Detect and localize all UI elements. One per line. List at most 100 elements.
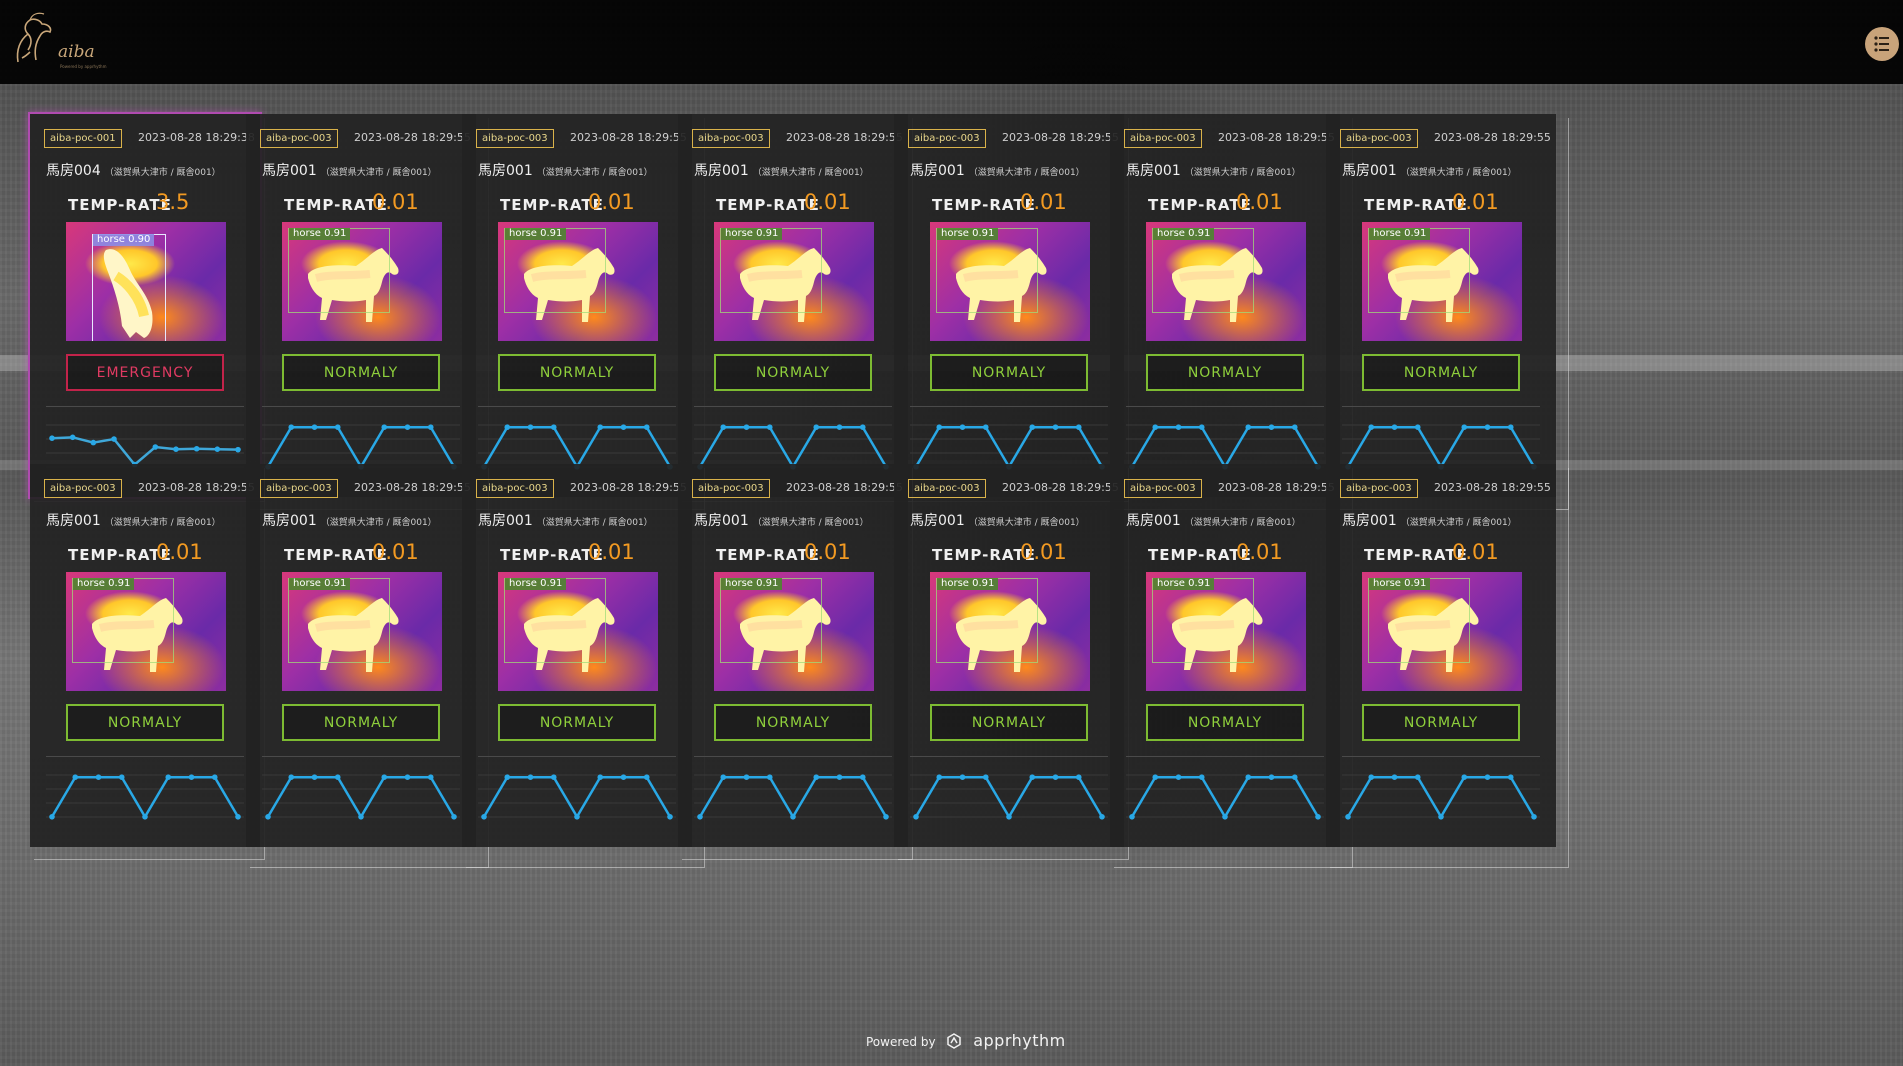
temp-rate-value: 0.01 [1452, 190, 1499, 214]
detection-label: horse 0.90 [93, 234, 155, 246]
stall-name: 馬房001 （滋賀県大津市 / 厩舎001） [262, 510, 437, 530]
stall-label: 馬房001 [478, 513, 533, 529]
status-button[interactable]: NORMALY [714, 354, 872, 391]
thermal-image[interactable]: horse 0.91 [1362, 572, 1522, 691]
thermal-image[interactable]: horse 0.91 [714, 222, 874, 341]
divider [46, 756, 244, 757]
stall-card[interactable]: aiba-poc-003 2023-08-28 18:29:55 馬房001 （滋賀県… [1110, 464, 1340, 847]
timestamp: 2023-08-28 18:29:55 [570, 481, 687, 494]
temp-rate-value: 0.01 [588, 540, 635, 564]
stall-card[interactable]: aiba-poc-003 2023-08-28 18:29:55 馬房001 （滋賀県… [894, 464, 1124, 847]
device-id-tag: aiba-poc-003 [908, 129, 986, 148]
stall-card[interactable]: aiba-poc-003 2023-08-28 18:29:55 馬房001 （滋賀県… [462, 464, 692, 847]
sparkline-point [597, 424, 604, 430]
sparkline-point [720, 424, 727, 430]
device-id-tag: aiba-poc-003 [1124, 129, 1202, 148]
device-id-tag: aiba-poc-003 [908, 479, 986, 498]
stall-card[interactable]: aiba-poc-003 2023-08-28 18:29:55 馬房001 （滋賀県… [462, 114, 692, 497]
stall-card[interactable]: aiba-poc-003 2023-08-28 18:29:55 馬房001 （滋賀県… [30, 464, 260, 847]
thermal-image[interactable]: horse 0.91 [282, 572, 442, 691]
status-button[interactable]: NORMALY [1362, 354, 1520, 391]
stall-name: 馬房001 （滋賀県大津市 / 厩舎001） [1126, 510, 1301, 530]
sparkline-point [427, 774, 434, 780]
temp-trend-sparkline [46, 774, 244, 820]
thermal-image[interactable]: horse 0.91 [1146, 222, 1306, 341]
stall-location: （滋賀県大津市 / 厩舎001） [320, 518, 437, 528]
sparkline-point [527, 424, 534, 430]
stall-card[interactable]: aiba-poc-003 2023-08-28 18:29:55 馬房001 （滋賀県… [1326, 464, 1556, 847]
thermal-image[interactable]: horse 0.91 [498, 222, 658, 341]
sparkline-point [288, 774, 295, 780]
sparkline-point [1461, 424, 1468, 430]
status-button[interactable]: NORMALY [714, 704, 872, 741]
sparkline-line [914, 775, 1104, 820]
thermal-image[interactable]: horse 0.91 [282, 222, 442, 341]
stall-card[interactable]: aiba-poc-003 2023-08-28 18:29:55 馬房001 （滋賀県… [894, 114, 1124, 497]
stall-label: 馬房001 [910, 163, 965, 179]
detection-box: horse 0.91 [1152, 228, 1254, 313]
stall-label: 馬房001 [262, 163, 317, 179]
thermal-image[interactable]: horse 0.91 [66, 572, 226, 691]
sparkline-point [813, 774, 820, 780]
stall-card[interactable]: aiba-poc-003 2023-08-28 18:29:55 馬房001 （滋賀県… [678, 114, 908, 497]
thermal-image[interactable]: horse 0.91 [930, 572, 1090, 691]
temp-rate-value: 0.01 [804, 540, 851, 564]
thermal-image[interactable]: horse 0.91 [930, 222, 1090, 341]
thermal-image[interactable]: horse 0.91 [1146, 572, 1306, 691]
thermal-image[interactable]: horse 0.90 [66, 222, 226, 341]
stall-card[interactable]: aiba-poc-003 2023-08-28 18:29:55 馬房001 （滋賀県… [1326, 114, 1556, 497]
stall-card[interactable]: aiba-poc-003 2023-08-28 18:29:55 馬房001 （滋賀県… [246, 114, 476, 497]
stall-label: 馬房001 [1126, 163, 1181, 179]
sparkline-point [1198, 424, 1205, 430]
sparkline-point [1029, 424, 1036, 430]
sparkline-line [50, 775, 240, 820]
status-button[interactable]: NORMALY [282, 354, 440, 391]
divider [910, 406, 1108, 407]
stall-card[interactable]: aiba-poc-001 2023-08-28 18:29:38 馬房004 （滋賀県… [30, 114, 260, 497]
sparkline-point [1531, 814, 1537, 820]
temp-trend-sparkline [910, 774, 1108, 820]
device-id-tag: aiba-poc-003 [692, 479, 770, 498]
detection-label: horse 0.91 [1369, 228, 1431, 240]
status-button[interactable]: NORMALY [930, 354, 1088, 391]
sparkline-line [698, 775, 888, 820]
sparkline-point [404, 774, 411, 780]
stall-location: （滋賀県大津市 / 厩舎001） [536, 518, 653, 528]
sparkline-point [766, 424, 773, 430]
stall-card[interactable]: aiba-poc-003 2023-08-28 18:29:55 馬房001 （滋賀県… [1110, 114, 1340, 497]
status-button[interactable]: NORMALY [1146, 354, 1304, 391]
sparkline-point [913, 814, 919, 820]
sparkline-point [311, 424, 318, 430]
footer-brand[interactable]: apprhythm [973, 1031, 1066, 1050]
stall-card[interactable]: aiba-poc-003 2023-08-28 18:29:55 馬房001 （滋賀県… [246, 464, 476, 847]
status-button[interactable]: NORMALY [1146, 704, 1304, 741]
sparkline-point [959, 774, 966, 780]
thermal-image[interactable]: horse 0.91 [714, 572, 874, 691]
sparkline-point [1484, 424, 1491, 430]
detection-box: horse 0.91 [72, 578, 174, 663]
thermal-image[interactable]: horse 0.91 [498, 572, 658, 691]
sparkline-line [266, 425, 456, 470]
sparkline-point [311, 774, 318, 780]
thermal-image[interactable]: horse 0.91 [1362, 222, 1522, 341]
device-id-tag: aiba-poc-003 [44, 479, 122, 498]
divider [46, 406, 244, 407]
stall-card[interactable]: aiba-poc-003 2023-08-28 18:29:55 馬房001 （滋賀県… [678, 464, 908, 847]
status-button[interactable]: NORMALY [282, 704, 440, 741]
temp-rate-value: 0.01 [1020, 540, 1067, 564]
status-button[interactable]: NORMALY [1362, 704, 1520, 741]
sparkline-point [49, 814, 55, 820]
status-button[interactable]: NORMALY [498, 704, 656, 741]
status-button[interactable]: NORMALY [930, 704, 1088, 741]
status-button[interactable]: NORMALY [66, 704, 224, 741]
sparkline-point [643, 424, 650, 430]
timestamp: 2023-08-28 18:29:55 [1434, 131, 1551, 144]
detection-box: horse 0.91 [1368, 578, 1470, 663]
stall-name: 馬房001 （滋賀県大津市 / 厩舎001） [1126, 160, 1301, 180]
timestamp: 2023-08-28 18:29:55 [1002, 481, 1119, 494]
detection-label: horse 0.91 [1153, 228, 1215, 240]
status-button[interactable]: NORMALY [498, 354, 656, 391]
status-button[interactable]: EMERGENCY [66, 354, 224, 391]
sparkline-point [111, 436, 117, 442]
temp-rate-value: 0.01 [156, 540, 203, 564]
